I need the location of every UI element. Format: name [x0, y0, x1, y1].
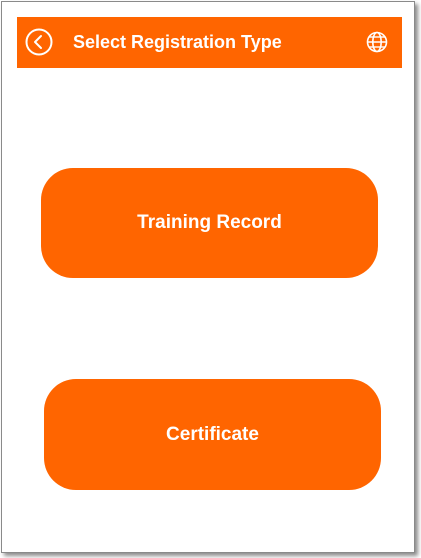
training-record-button[interactable]: Training Record — [41, 168, 378, 278]
certificate-button[interactable]: Certificate — [44, 379, 381, 490]
page-title: Select Registration Type — [73, 32, 282, 52]
back-icon[interactable] — [25, 28, 53, 56]
training-record-label: Training Record — [137, 212, 282, 233]
header-bar: Select Registration Type — [17, 17, 402, 68]
app-window: Select Registration Type Training Record… — [1, 1, 415, 553]
certificate-label: Certificate — [166, 423, 259, 445]
globe-icon[interactable] — [365, 30, 389, 54]
